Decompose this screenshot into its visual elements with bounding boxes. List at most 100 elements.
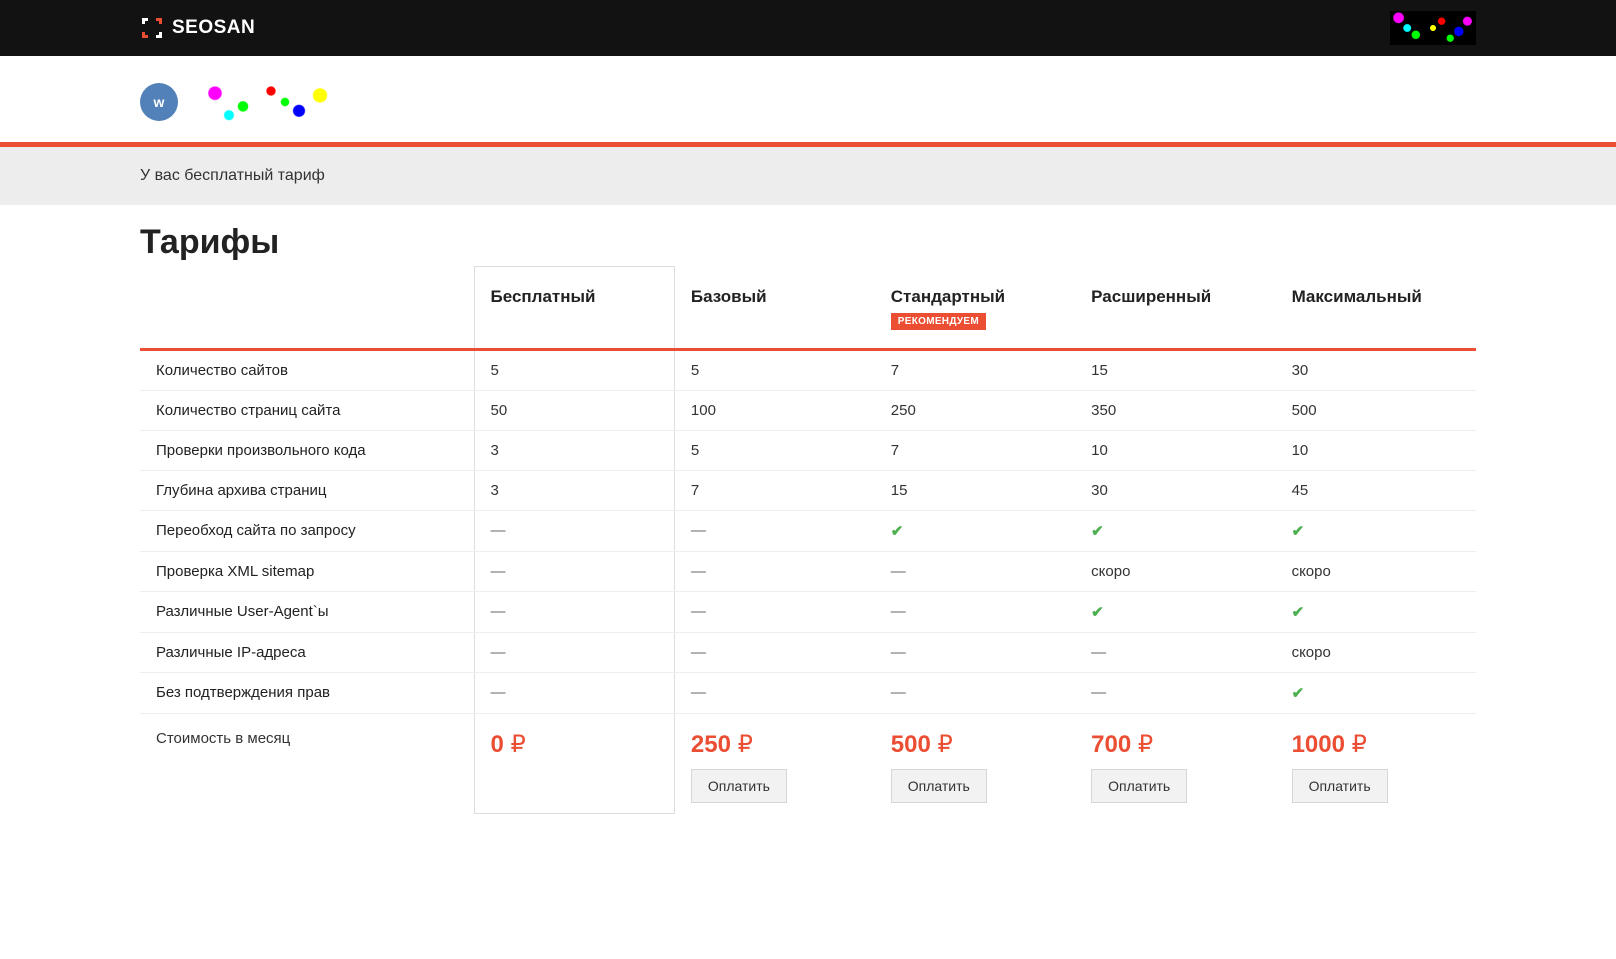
feature-value: 5 — [674, 430, 874, 470]
vk-icon-label: w — [154, 94, 165, 110]
table-row: Различные IP-адреса — — — — скоро — [140, 632, 1476, 672]
price-value: 500 ₽ — [891, 730, 1059, 759]
feature-label: Переобход сайта по запросу — [140, 510, 474, 551]
feature-value: 50 — [474, 390, 674, 430]
feature-value: ✔ — [1276, 591, 1476, 632]
feature-value: ✔ — [1276, 510, 1476, 551]
pay-button[interactable]: Оплатить — [891, 769, 987, 803]
check-icon: ✔ — [1091, 604, 1104, 621]
feature-value: 3 — [474, 430, 674, 470]
dash-icon: — — [491, 522, 506, 539]
table-row: Переобход сайта по запросу — — ✔ ✔ ✔ — [140, 510, 1476, 551]
feature-value: 5 — [674, 349, 874, 390]
plan-header-4: Максимальный — [1276, 267, 1476, 350]
price-row-label: Стоимость в месяц — [140, 713, 474, 814]
table-header-row: Бесплатный Базовый Стандартный РЕКОМЕНДУЕМ Р… — [140, 267, 1476, 350]
feature-value: — — [875, 591, 1075, 632]
pay-button[interactable]: Оплатить — [1091, 769, 1187, 803]
plan-header-3: Расширенный — [1075, 267, 1275, 350]
feature-value: — — [674, 591, 874, 632]
feature-value: 30 — [1075, 470, 1275, 510]
table-row: Глубина архива страниц37153045 — [140, 470, 1476, 510]
plan-name: Расширенный — [1091, 287, 1259, 307]
feature-label: Проверка XML sitemap — [140, 551, 474, 591]
dash-icon: — — [891, 603, 906, 620]
price-value: 0 ₽ — [491, 730, 658, 759]
feature-value: 5 — [474, 349, 674, 390]
feature-value: скоро — [1276, 632, 1476, 672]
feature-label: Без подтверждения прав — [140, 672, 474, 713]
pay-button[interactable]: Оплатить — [1292, 769, 1388, 803]
dash-icon: — — [691, 563, 706, 580]
dash-icon: — — [691, 644, 706, 661]
feature-label: Глубина архива страниц — [140, 470, 474, 510]
tariff-notice: У вас бесплатный тариф — [0, 147, 1616, 205]
feature-label: Различные IP-адреса — [140, 632, 474, 672]
logo[interactable]: SEOSAN — [140, 16, 255, 40]
user-avatar[interactable] — [1390, 11, 1476, 45]
feature-label: Проверки произвольного кода — [140, 430, 474, 470]
table-corner-cell — [140, 267, 474, 350]
feature-value: — — [474, 632, 674, 672]
check-icon: ✔ — [1292, 523, 1305, 540]
vk-icon[interactable]: w — [140, 83, 178, 121]
check-icon: ✔ — [1091, 523, 1104, 540]
plan-name: Стандартный — [891, 287, 1059, 307]
feature-value: — — [474, 591, 674, 632]
feature-value: 30 — [1276, 349, 1476, 390]
price-cell: 250 ₽Оплатить — [674, 713, 874, 814]
feature-value: 15 — [875, 470, 1075, 510]
table-row: Различные User-Agent`ы———✔✔ — [140, 591, 1476, 632]
table-row: Без подтверждения прав————✔ — [140, 672, 1476, 713]
feature-value: скоро — [1276, 551, 1476, 591]
price-cell: 1000 ₽ Оплатить — [1276, 713, 1476, 814]
dash-icon: — — [491, 563, 506, 580]
feature-value: 350 — [1075, 390, 1275, 430]
feature-label: Количество страниц сайта — [140, 390, 474, 430]
price-cell: 0 ₽ — [474, 713, 674, 814]
price-cell: 500 ₽ Оплатить — [875, 713, 1075, 814]
feature-value: 15 — [1075, 349, 1275, 390]
table-row: Количество сайтов5571530 — [140, 349, 1476, 390]
check-icon: ✔ — [891, 523, 904, 540]
price-cell: 700 ₽ Оплатить — [1075, 713, 1275, 814]
feature-value: — — [1075, 672, 1275, 713]
feature-label: Различные User-Agent`ы — [140, 591, 474, 632]
price-value: 1000 ₽ — [1292, 730, 1460, 759]
user-bar: w — [0, 56, 1616, 142]
dash-icon: — — [491, 644, 506, 661]
feature-value: — — [474, 510, 674, 551]
top-bar: SEOSAN — [0, 0, 1616, 56]
plan-name: Базовый — [691, 287, 859, 307]
tariff-notice-text: У вас бесплатный тариф — [140, 167, 325, 184]
feature-value: 7 — [875, 349, 1075, 390]
feature-value: — — [474, 672, 674, 713]
price-value: 700 ₽ — [1091, 730, 1259, 759]
table-row: Проверка XML sitemap———скороскоро — [140, 551, 1476, 591]
page-title: Тарифы — [140, 223, 1476, 262]
ruble-icon: ₽ — [1138, 731, 1153, 758]
feature-value: — — [875, 672, 1075, 713]
plan-name: Бесплатный — [491, 287, 658, 307]
feature-value: 500 — [1276, 390, 1476, 430]
user-name-graphic — [194, 80, 334, 124]
ruble-icon: ₽ — [938, 731, 953, 758]
feature-value: — — [674, 510, 874, 551]
dash-icon: — — [1091, 684, 1106, 701]
logo-brackets-icon — [140, 16, 164, 40]
pay-button[interactable]: Оплатить — [691, 769, 787, 803]
dash-icon: — — [891, 684, 906, 701]
dash-icon: — — [891, 644, 906, 661]
plan-name: Максимальный — [1292, 287, 1460, 307]
tariff-table: Бесплатный Базовый Стандартный РЕКОМЕНДУЕМ Р… — [140, 266, 1476, 814]
dash-icon: — — [1091, 644, 1106, 661]
check-icon: ✔ — [1292, 604, 1305, 621]
feature-value: — — [674, 632, 874, 672]
feature-value: — — [674, 551, 874, 591]
recommended-badge: РЕКОМЕНДУЕМ — [891, 313, 986, 330]
feature-value: 7 — [674, 470, 874, 510]
plan-header-0: Бесплатный — [474, 267, 674, 350]
logo-text: SEOSAN — [172, 17, 255, 39]
feature-value: — — [875, 551, 1075, 591]
dash-icon: — — [691, 684, 706, 701]
